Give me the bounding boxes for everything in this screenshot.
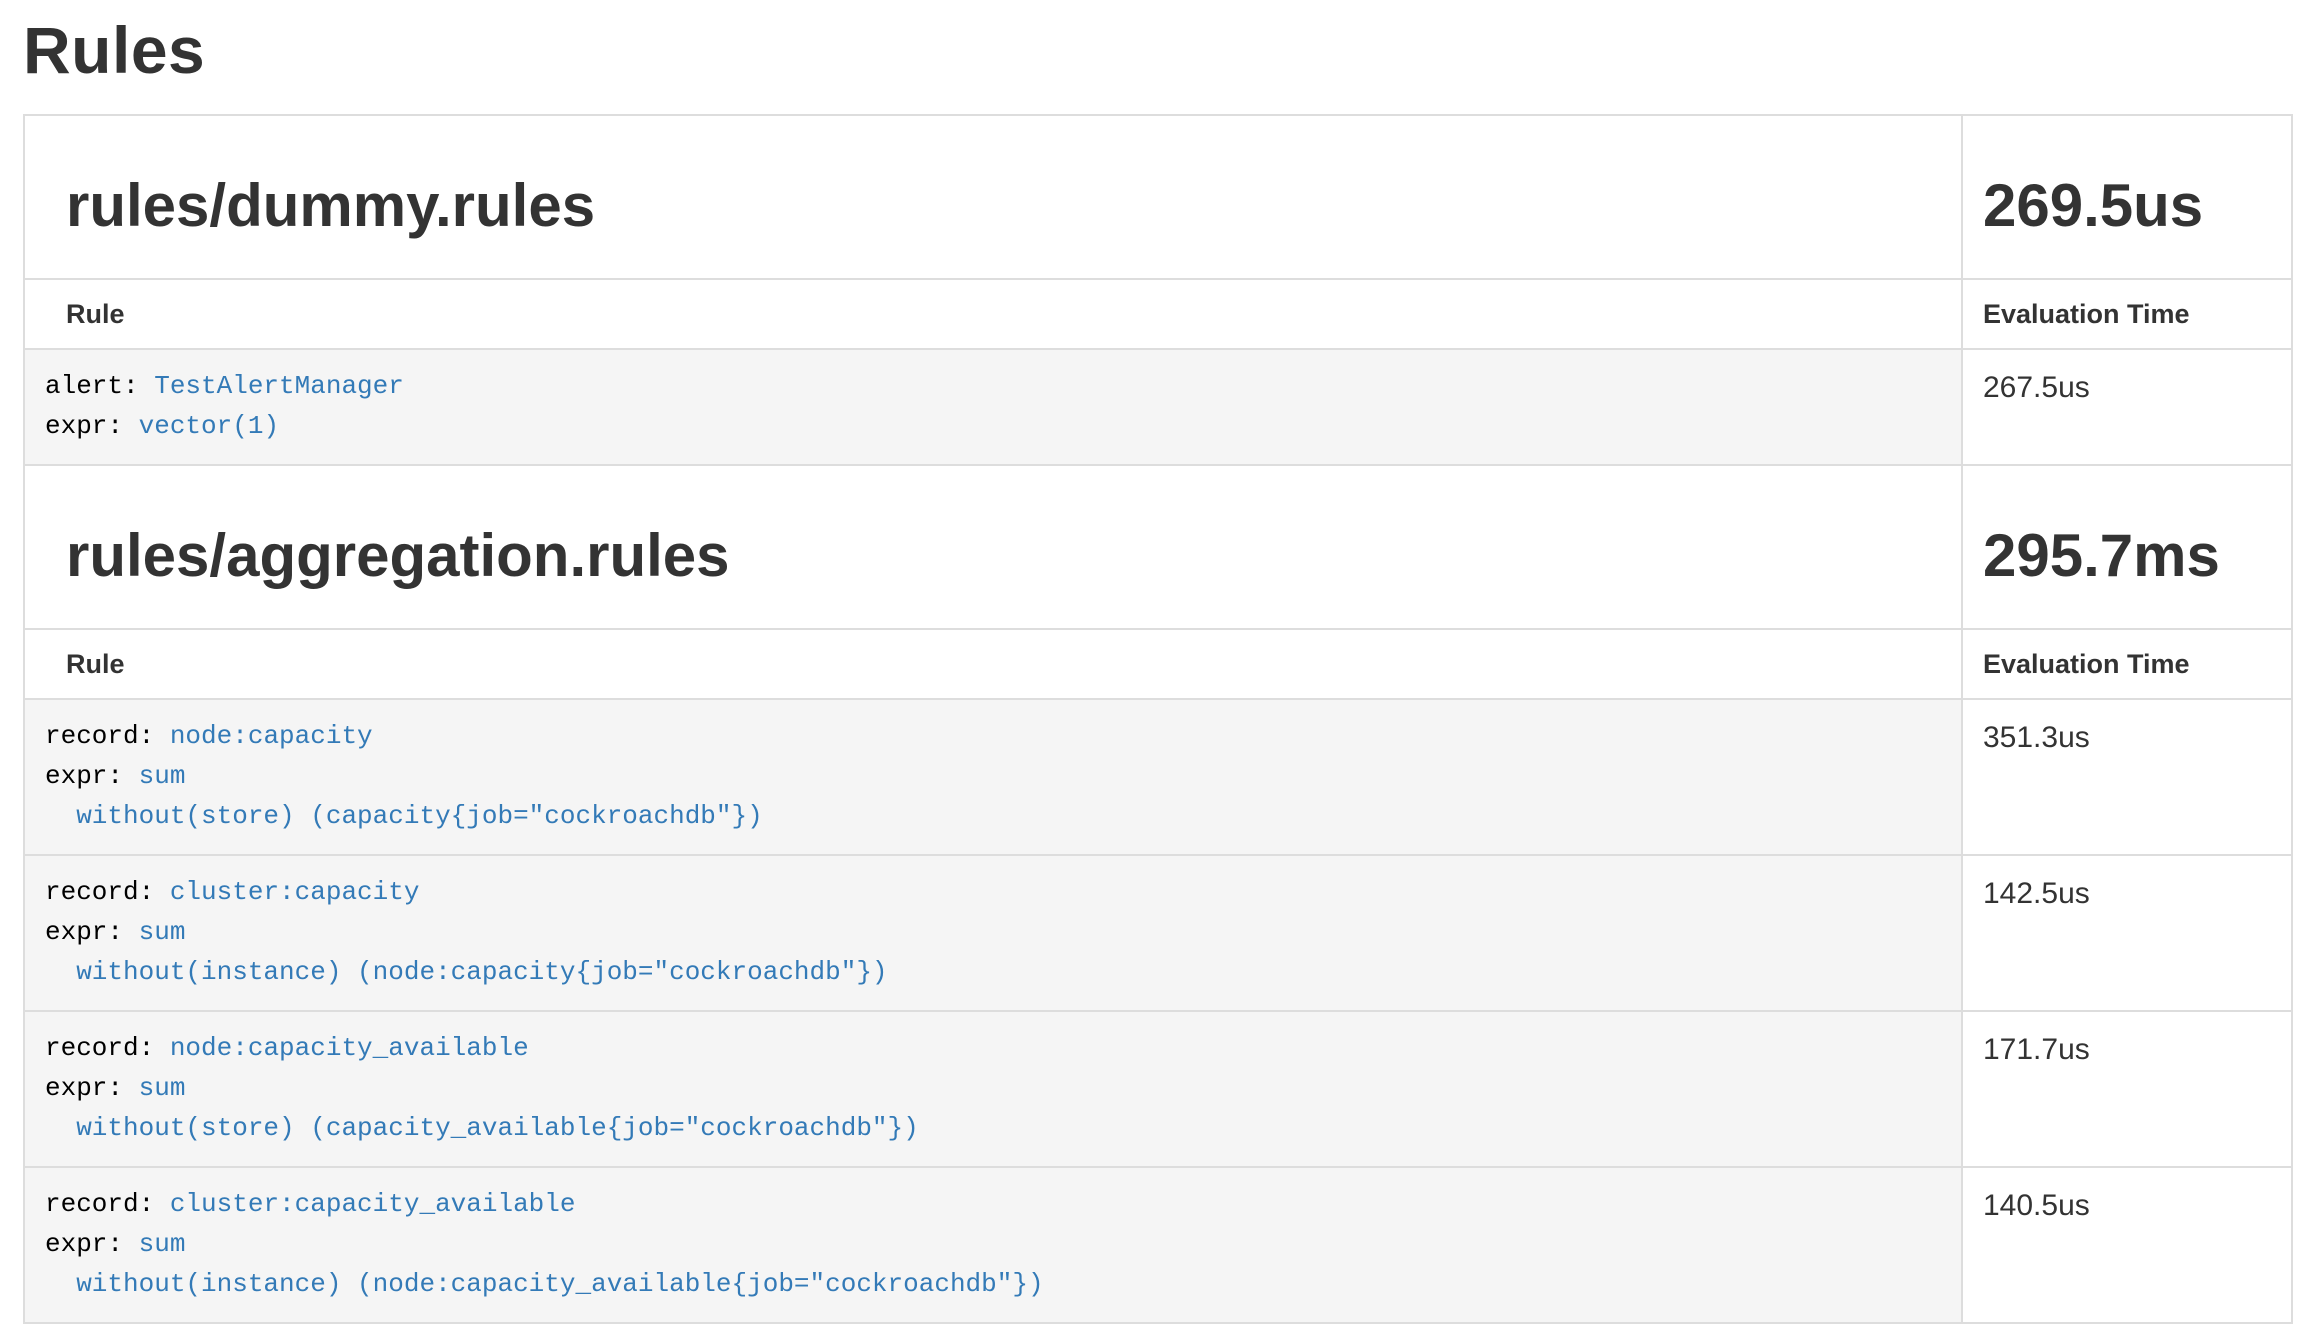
group-name: rules/dummy.rules xyxy=(66,174,1941,238)
rule-row: record: cluster:capacity_available expr:… xyxy=(24,1167,2292,1323)
group-eval-time: 295.7ms xyxy=(1983,524,2281,588)
rule-link[interactable]: vector(1) xyxy=(139,411,279,441)
rule-code: record: node:capacity expr: sum without(… xyxy=(25,700,1961,854)
code-label: record: xyxy=(45,1033,170,1063)
rule-cell: record: node:capacity expr: sum without(… xyxy=(24,699,1962,855)
group-name-cell: rules/dummy.rules xyxy=(24,115,1962,279)
rule-code: alert: TestAlertManager expr: vector(1) xyxy=(25,350,1961,464)
eval-time-value: 140.5us xyxy=(1962,1167,2292,1323)
code-label: record: xyxy=(45,877,170,907)
rule-row: record: cluster:capacity expr: sum witho… xyxy=(24,855,2292,1011)
group-name: rules/aggregation.rules xyxy=(66,524,1941,588)
rule-link[interactable]: sum xyxy=(139,1229,186,1259)
rule-column-header: Rule xyxy=(24,629,1962,699)
code-label: alert: xyxy=(45,371,154,401)
group-header-row: rules/dummy.rules 269.5us xyxy=(24,115,2292,279)
group-eval-time-cell: 269.5us xyxy=(1962,115,2292,279)
rule-link[interactable]: without(instance) (node:capacity_availab… xyxy=(45,1269,1044,1299)
rule-column-header: Rule xyxy=(24,279,1962,349)
rule-cell: record: cluster:capacity_available expr:… xyxy=(24,1167,1962,1323)
rule-link[interactable]: sum xyxy=(139,1073,186,1103)
rules-page: Rules rules/dummy.rules269.5usRuleEvalua… xyxy=(0,0,2316,1324)
rule-cell: alert: TestAlertManager expr: vector(1) xyxy=(24,349,1962,465)
rule-link[interactable]: node:capacity_available xyxy=(170,1033,529,1063)
rule-link[interactable]: sum xyxy=(139,917,186,947)
eval-time-column-header: Evaluation Time xyxy=(1962,279,2292,349)
eval-time-value: 351.3us xyxy=(1962,699,2292,855)
group-name-cell: rules/aggregation.rules xyxy=(24,465,1962,629)
rule-link[interactable]: without(store) (capacity_available{job="… xyxy=(45,1113,919,1143)
column-header-row: RuleEvaluation Time xyxy=(24,279,2292,349)
rule-row: record: node:capacity_available expr: su… xyxy=(24,1011,2292,1167)
rule-link[interactable]: TestAlertManager xyxy=(154,371,404,401)
group-eval-time: 269.5us xyxy=(1983,174,2281,238)
code-label: expr: xyxy=(45,1073,139,1103)
rule-link[interactable]: cluster:capacity_available xyxy=(170,1189,576,1219)
group-eval-time-cell: 295.7ms xyxy=(1962,465,2292,629)
rule-row: record: node:capacity expr: sum without(… xyxy=(24,699,2292,855)
column-header-row: RuleEvaluation Time xyxy=(24,629,2292,699)
rule-link[interactable]: without(store) (capacity{job="cockroachd… xyxy=(45,801,763,831)
rule-link[interactable]: without(instance) (node:capacity{job="co… xyxy=(45,957,888,987)
eval-time-column-header: Evaluation Time xyxy=(1962,629,2292,699)
eval-time-value: 267.5us xyxy=(1962,349,2292,465)
code-label: expr: xyxy=(45,761,139,791)
code-label: record: xyxy=(45,1189,170,1219)
page-title: Rules xyxy=(23,12,2293,88)
rule-code: record: node:capacity_available expr: su… xyxy=(25,1012,1961,1166)
rule-link[interactable]: sum xyxy=(139,761,186,791)
rule-row: alert: TestAlertManager expr: vector(1)2… xyxy=(24,349,2292,465)
rule-code: record: cluster:capacity_available expr:… xyxy=(25,1168,1961,1322)
rule-cell: record: node:capacity_available expr: su… xyxy=(24,1011,1962,1167)
rule-link[interactable]: node:capacity xyxy=(170,721,373,751)
group-header-row: rules/aggregation.rules 295.7ms xyxy=(24,465,2292,629)
rules-table: rules/dummy.rules269.5usRuleEvaluation T… xyxy=(23,114,2293,1324)
eval-time-value: 142.5us xyxy=(1962,855,2292,1011)
rule-cell: record: cluster:capacity expr: sum witho… xyxy=(24,855,1962,1011)
eval-time-value: 171.7us xyxy=(1962,1011,2292,1167)
code-label: record: xyxy=(45,721,170,751)
rule-link[interactable]: cluster:capacity xyxy=(170,877,420,907)
code-label: expr: xyxy=(45,1229,139,1259)
code-label: expr: xyxy=(45,411,139,441)
rule-code: record: cluster:capacity expr: sum witho… xyxy=(25,856,1961,1010)
code-label: expr: xyxy=(45,917,139,947)
